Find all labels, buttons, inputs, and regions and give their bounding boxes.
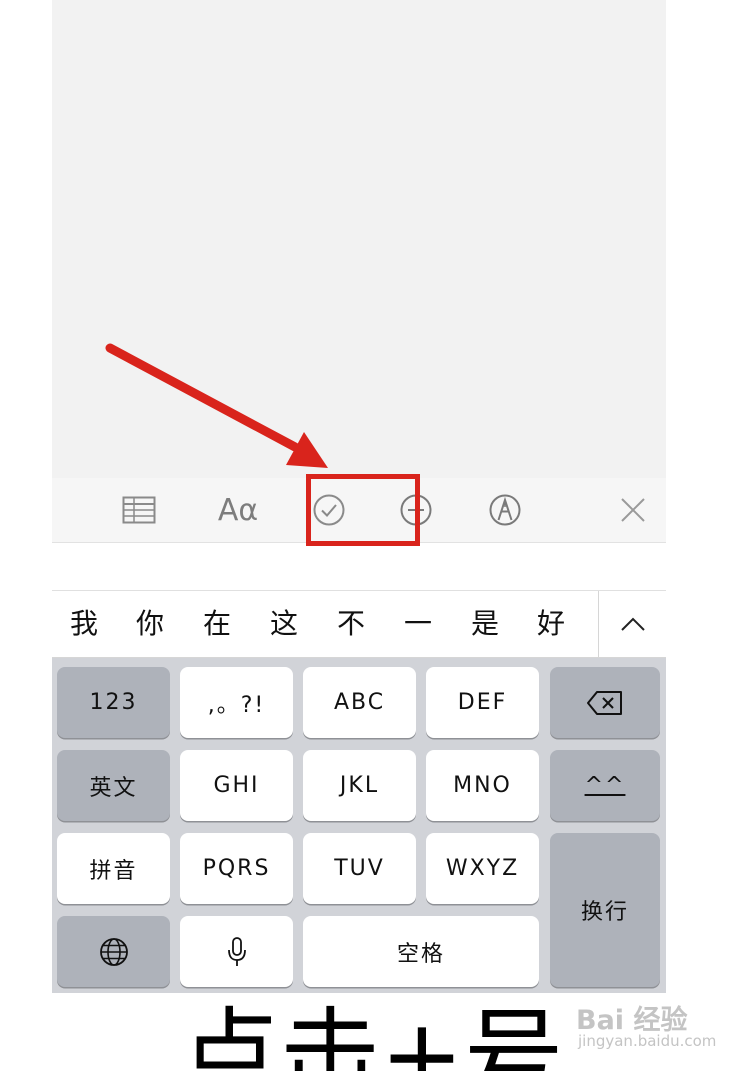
- key-label: ^^: [584, 773, 626, 798]
- pointer-arrow: [105, 343, 328, 468]
- key-pinyin[interactable]: 拼音: [57, 833, 170, 904]
- key-jkl[interactable]: JKL: [303, 750, 416, 821]
- key-wxyz[interactable]: WXYZ: [426, 833, 539, 904]
- key-label: 换行: [580, 900, 629, 925]
- key-label: ABC: [333, 690, 386, 715]
- caption-text: 点击+号: [180, 997, 560, 1071]
- key-mno[interactable]: MNO: [426, 750, 539, 821]
- candidate-word[interactable]: 好: [531, 591, 571, 657]
- microphone-icon: [227, 936, 246, 966]
- candidate-word[interactable]: 你: [130, 591, 170, 657]
- key-space[interactable]: 空格: [303, 916, 539, 987]
- key-label: ,。?!: [207, 692, 266, 718]
- backspace-icon: [587, 690, 622, 715]
- key-def[interactable]: DEF: [426, 667, 539, 738]
- key-globe[interactable]: [57, 916, 170, 987]
- key-label: 123: [89, 690, 138, 715]
- chevron-up-icon: [620, 617, 645, 631]
- key-english[interactable]: 英文: [57, 750, 170, 821]
- key-label: TUV: [334, 856, 385, 881]
- candidate-word[interactable]: 是: [465, 591, 505, 657]
- watermark-url: jingyan.baidu.com: [578, 1032, 717, 1050]
- key-backspace[interactable]: [550, 667, 660, 738]
- key-label: 空格: [396, 941, 445, 967]
- key-label: MNO: [453, 773, 512, 798]
- key-microphone[interactable]: [180, 916, 293, 987]
- key-label: 拼音: [89, 858, 138, 884]
- key-tuv[interactable]: TUV: [303, 833, 416, 904]
- globe-icon: [99, 937, 128, 966]
- expand-candidates-button[interactable]: [599, 591, 666, 657]
- key-label: PQRS: [202, 856, 271, 881]
- candidate-bar: 我 你 在 这 不 一 是 好: [52, 591, 666, 658]
- caption-text-box: 点击+号: [180, 994, 560, 1071]
- candidate-word[interactable]: 一: [398, 591, 438, 657]
- candidate-word[interactable]: 在: [197, 591, 237, 657]
- key-label: JKL: [339, 773, 380, 798]
- key-abc[interactable]: ABC: [303, 667, 416, 738]
- key-label: WXYZ: [445, 856, 520, 881]
- key-label: GHI: [213, 773, 260, 798]
- pinyin-keyboard: 123 ,。?! ABC DEF 英文 GHI JKL MNO ^^ 拼音 PQ…: [52, 658, 666, 993]
- candidate-word[interactable]: 这: [264, 591, 304, 657]
- key-label: DEF: [457, 690, 508, 715]
- input-row: [52, 543, 666, 591]
- key-ghi[interactable]: GHI: [180, 750, 293, 821]
- key-numbers[interactable]: 123: [57, 667, 170, 738]
- candidate-word[interactable]: 不: [331, 591, 371, 657]
- watermark: Bai 经验 jingyan.baidu.com: [576, 992, 750, 1056]
- candidate-word[interactable]: 我: [64, 591, 104, 657]
- key-punctuation[interactable]: ,。?!: [180, 667, 293, 738]
- key-return[interactable]: 换行: [550, 833, 660, 987]
- key-pqrs[interactable]: PQRS: [180, 833, 293, 904]
- key-emoticon[interactable]: ^^: [550, 750, 660, 821]
- key-label: 英文: [89, 775, 138, 801]
